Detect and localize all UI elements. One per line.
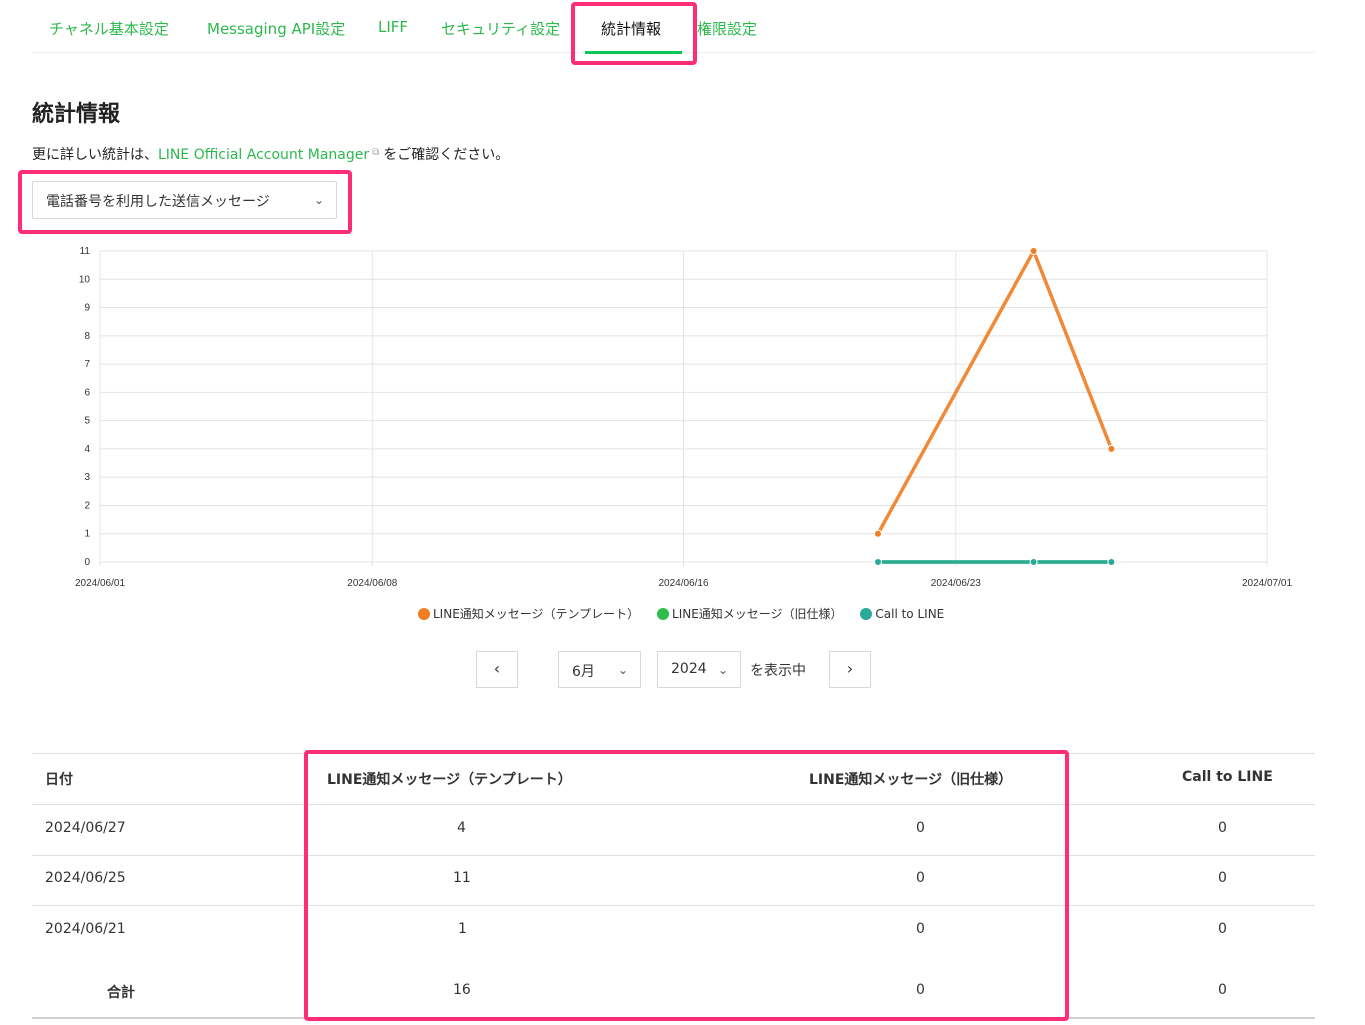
- x-tick-label: 2024/06/23: [931, 578, 981, 589]
- data-point: [874, 558, 882, 566]
- row-template: 4: [457, 820, 466, 836]
- y-tick-label: 1: [84, 529, 90, 540]
- tab-channel-basic-settings[interactable]: チャネル基本設定: [49, 18, 169, 39]
- legend-label-call-to-line: Call to LINE: [875, 607, 945, 621]
- x-tick-label: 2024/07/01: [1242, 578, 1292, 589]
- tab-statistics[interactable]: 統計情報: [601, 18, 661, 39]
- row-date: 2024/06/25: [45, 870, 126, 886]
- page-title: 統計情報: [32, 102, 121, 127]
- row-call-to-line: 0: [1218, 921, 1227, 937]
- legend-item-legacy[interactable]: LINE通知メッセージ（旧仕様）: [657, 605, 843, 622]
- chevron-down-icon: ⌄: [718, 663, 729, 677]
- legend-label-template: LINE通知メッセージ（テンプレート）: [433, 607, 640, 621]
- y-tick-label: 8: [84, 331, 90, 342]
- data-point: [874, 529, 882, 538]
- total-template: 16: [453, 982, 471, 998]
- data-point: [1107, 558, 1116, 566]
- data-point: [1029, 247, 1038, 255]
- header-legacy: LINE通知メッセージ（旧仕様）: [809, 772, 1013, 788]
- y-tick-label: 6: [84, 387, 90, 398]
- y-tick-label: 0: [84, 557, 90, 568]
- row-call-to-line: 0: [1218, 870, 1227, 886]
- y-tick-label: 5: [84, 416, 90, 427]
- total-label: 合計: [107, 985, 135, 1001]
- header-template: LINE通知メッセージ（テンプレート）: [327, 772, 572, 788]
- row-date: 2024/06/27: [45, 820, 126, 836]
- legend-dot-legacy: [657, 608, 670, 620]
- x-tick-label: 2024/06/01: [75, 578, 125, 589]
- total-legacy: 0: [916, 982, 925, 998]
- tab-bar: チャネル基本設定 Messaging API設定 LIFF セキュリティ設定 統…: [32, 0, 1315, 53]
- y-tick-label: 11: [80, 246, 91, 257]
- table-border: [32, 855, 1315, 856]
- tab-security-settings[interactable]: セキュリティ設定: [441, 18, 560, 39]
- tab-liff[interactable]: LIFF: [378, 18, 408, 36]
- legend-label-legacy: LINE通知メッセージ（旧仕様）: [672, 607, 843, 621]
- external-link-icon: ⧉: [372, 147, 380, 158]
- data-point: [1029, 558, 1038, 566]
- description-prefix: 更に詳しい統計は、: [32, 147, 158, 163]
- legend-item-template[interactable]: LINE通知メッセージ（テンプレート）: [418, 605, 639, 622]
- statistics-line-chart: 0 1 2 3 4 5 6 7 8 9 10 11 2024/06/01 2024/06/08 2024/0…: [75, 246, 1292, 589]
- chevron-right-icon: ›: [846, 659, 854, 678]
- prev-month-button[interactable]: ‹: [476, 651, 518, 688]
- table-border: [32, 1017, 1315, 1019]
- row-legacy: 0: [916, 921, 925, 937]
- y-tick-label: 4: [84, 444, 90, 455]
- y-tick-label: 2: [84, 500, 90, 511]
- chevron-down-icon: ⌄: [314, 193, 325, 207]
- header-date: 日付: [45, 772, 73, 788]
- period-label: を表示中: [750, 663, 806, 679]
- y-tick-label: 10: [79, 274, 91, 285]
- table-border: [32, 905, 1315, 906]
- x-tick-label: 2024/06/16: [658, 578, 708, 589]
- row-template: 1: [458, 921, 467, 937]
- highlight-table-columns: [304, 750, 1069, 1021]
- description: 更に詳しい統計は、LINE Official Account Manager ⧉ を…: [32, 144, 509, 164]
- chart-legend: LINE通知メッセージ（テンプレート） LINE通知メッセージ（旧仕様） Cal…: [418, 605, 958, 622]
- y-tick-label: 7: [84, 359, 90, 370]
- x-tick-label: 2024/06/08: [347, 578, 397, 589]
- chevron-left-icon: ‹: [493, 659, 501, 678]
- legend-dot-template: [418, 608, 430, 620]
- row-legacy: 0: [916, 870, 925, 886]
- month-select[interactable]: 6月 ⌄: [558, 651, 641, 688]
- row-date: 2024/06/21: [45, 921, 126, 937]
- header-call-to-line: Call to LINE: [1182, 769, 1273, 785]
- total-call-to-line: 0: [1218, 982, 1227, 998]
- active-tab-indicator: [585, 51, 682, 54]
- row-template: 11: [453, 870, 471, 886]
- table-border: [32, 804, 1315, 805]
- legend-dot-call-to-line: [860, 608, 873, 620]
- description-suffix: をご確認ください。: [383, 147, 510, 163]
- tab-messaging-api-settings[interactable]: Messaging API設定: [207, 18, 345, 39]
- y-tick-label: 3: [84, 472, 90, 483]
- oam-link[interactable]: LINE Official Account Manager: [158, 147, 369, 163]
- row-legacy: 0: [916, 820, 925, 836]
- chevron-down-icon: ⌄: [618, 663, 629, 677]
- y-tick-label: 9: [84, 303, 90, 314]
- month-select-value: 6月: [572, 664, 595, 680]
- tab-permission-settings[interactable]: 権限設定: [697, 18, 757, 39]
- legend-item-call-to-line[interactable]: Call to LINE: [860, 607, 944, 621]
- table-border: [32, 753, 1315, 754]
- next-month-button[interactable]: ›: [829, 651, 871, 688]
- year-select-value: 2024: [671, 661, 707, 677]
- message-type-select-value: 電話番号を利用した送信メッセージ: [46, 194, 270, 210]
- data-point: [1107, 444, 1116, 453]
- row-call-to-line: 0: [1218, 820, 1227, 836]
- message-type-select[interactable]: 電話番号を利用した送信メッセージ ⌄: [32, 181, 337, 219]
- year-select[interactable]: 2024 ⌄: [657, 651, 741, 688]
